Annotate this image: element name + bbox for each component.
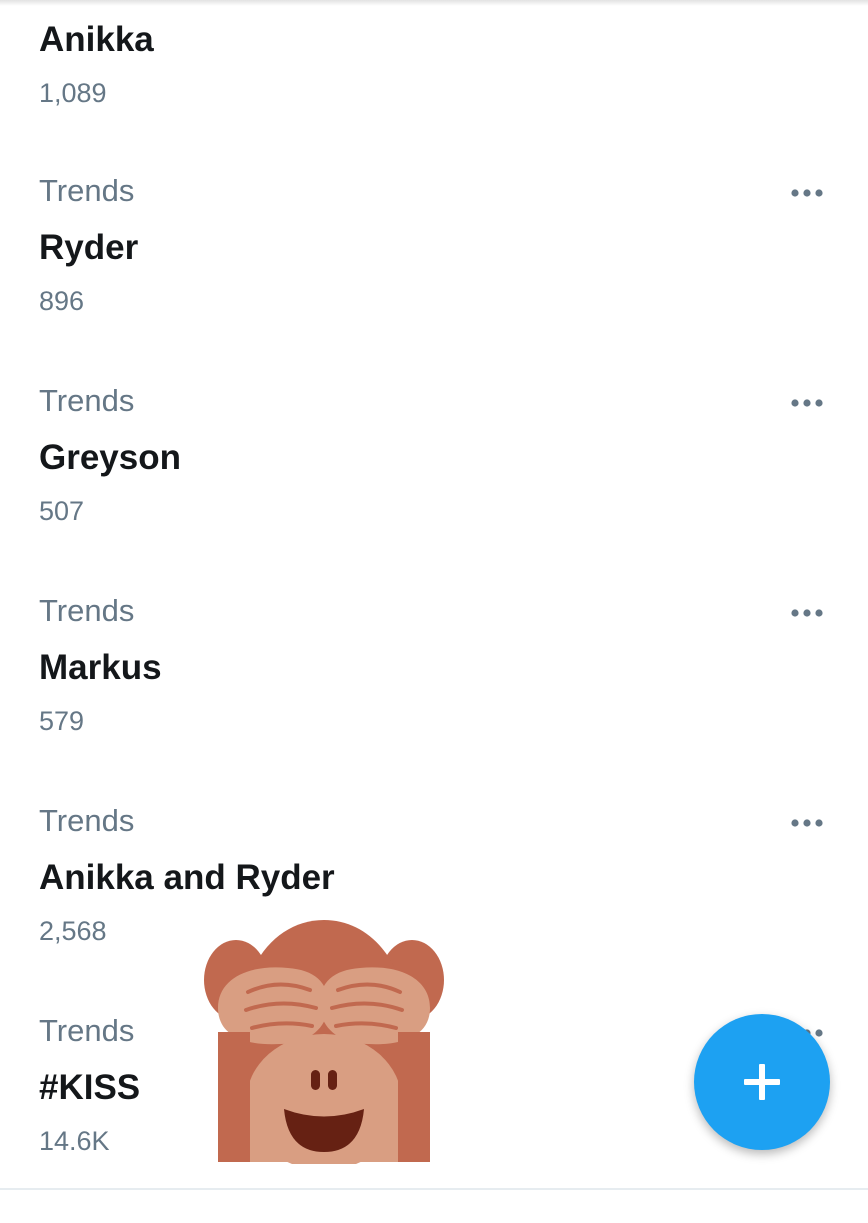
trend-tweet-count: 579 bbox=[39, 706, 85, 736]
trend-tweet-count: 1,089 bbox=[39, 78, 107, 108]
plus-icon bbox=[744, 1064, 780, 1100]
trend-name: #KISS bbox=[39, 1068, 141, 1107]
trend-item[interactable]: Trends Markus 579 bbox=[0, 593, 868, 803]
trend-name: Anikka bbox=[39, 20, 154, 59]
trend-category: Trends bbox=[39, 803, 135, 838]
trend-tweet-count: 2,568 bbox=[39, 916, 107, 946]
trend-category: Trends bbox=[39, 593, 135, 628]
compose-fab-button[interactable] bbox=[694, 1014, 830, 1150]
trend-name: Markus bbox=[39, 648, 162, 687]
more-horizontal-icon bbox=[791, 189, 823, 197]
more-horizontal-icon bbox=[791, 819, 823, 827]
more-options-button[interactable] bbox=[789, 183, 829, 203]
trend-item[interactable]: Trends Ryder 896 bbox=[0, 173, 868, 383]
trend-name: Ryder bbox=[39, 228, 139, 267]
more-horizontal-icon bbox=[791, 399, 823, 407]
trend-item[interactable]: Trends Greyson 507 bbox=[0, 383, 868, 593]
more-options-button[interactable] bbox=[789, 393, 829, 413]
trend-category: Trends bbox=[39, 1013, 135, 1048]
trend-category: Trends bbox=[39, 383, 135, 418]
trend-tweet-count: 896 bbox=[39, 286, 85, 316]
trend-tweet-count: 507 bbox=[39, 496, 85, 526]
trend-tweet-count: 14.6K bbox=[39, 1126, 110, 1156]
more-options-button[interactable] bbox=[789, 813, 829, 833]
trend-category: Trends bbox=[39, 173, 135, 208]
more-options-button[interactable] bbox=[789, 603, 829, 623]
see-no-evil-monkey-icon bbox=[204, 920, 444, 1164]
trend-item[interactable]: Anikka 1,089 bbox=[0, 0, 868, 175]
more-horizontal-icon bbox=[791, 609, 823, 617]
trend-name: Greyson bbox=[39, 438, 181, 477]
trend-name: Anikka and Ryder bbox=[39, 858, 335, 897]
